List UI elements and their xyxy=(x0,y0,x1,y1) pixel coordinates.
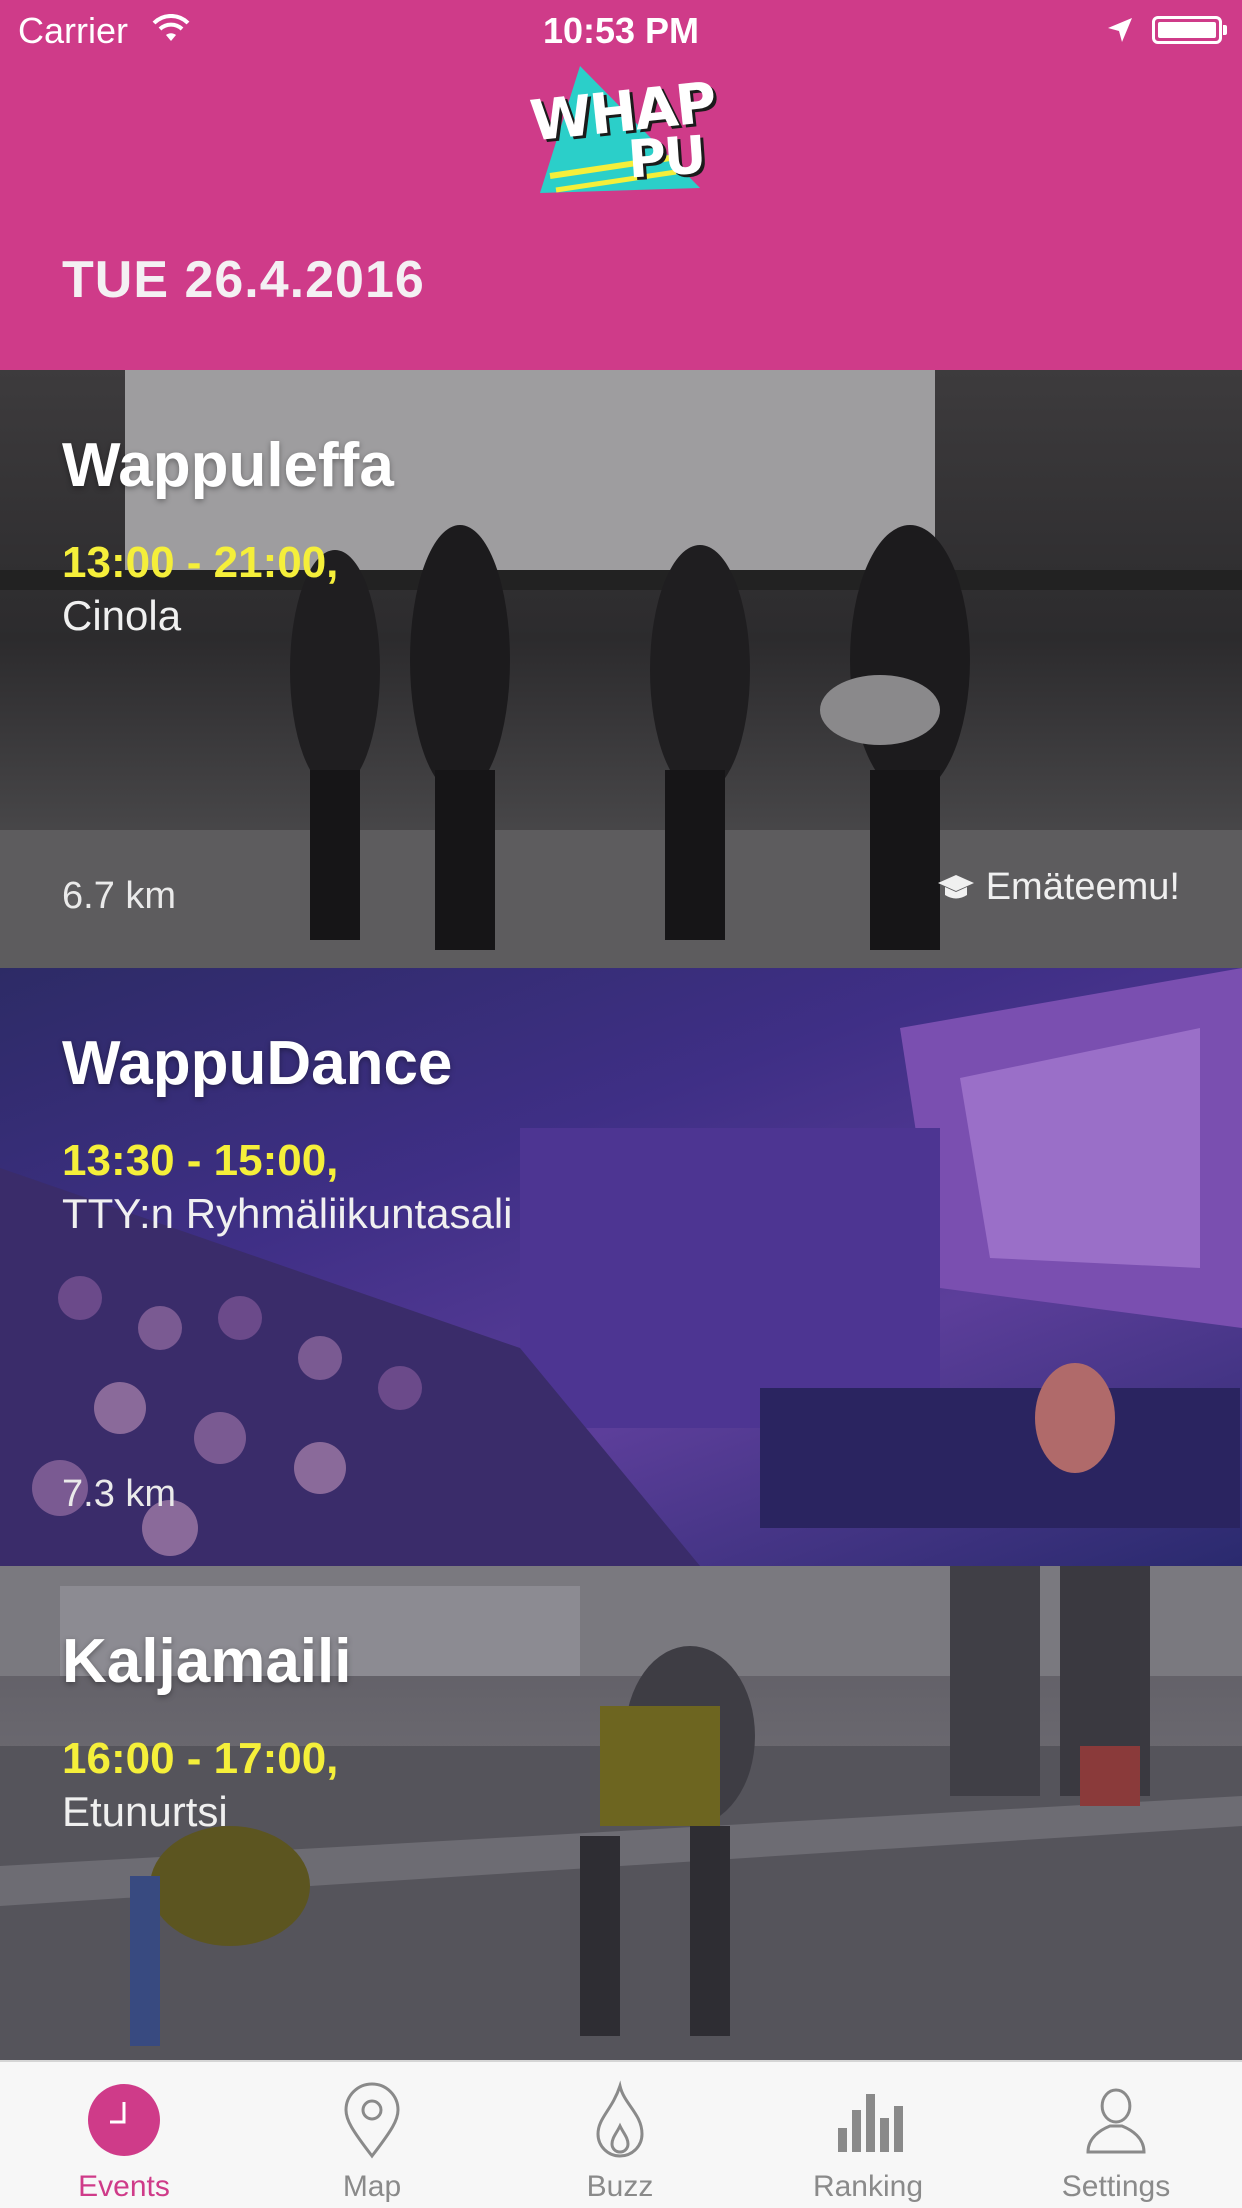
event-distance: 6.7 km xyxy=(62,875,177,917)
event-place: TTY:n Ryhmäliikuntasali xyxy=(62,1190,513,1237)
tab-ranking-label: Ranking xyxy=(812,2170,924,2203)
event-distance: 7.3 km xyxy=(62,1473,177,1515)
tab-events-label: Events xyxy=(78,2170,170,2203)
event-card-wappuleffa[interactable]: Wappuleffa 13:00 - 21:00, Cinola 6.7 km … xyxy=(0,370,1242,968)
event-title: WappuDance xyxy=(62,1029,453,1098)
event-badge-label: Emäteemu! xyxy=(985,866,1180,908)
clock-icon xyxy=(88,2084,160,2156)
tab-buzz[interactable]: Buzz xyxy=(496,2062,744,2208)
tab-map[interactable]: Map xyxy=(248,2062,496,2208)
tab-settings[interactable]: Settings xyxy=(992,2062,1240,2208)
event-time: 16:00 - 17:00, xyxy=(62,1734,339,1783)
event-card-wappudance[interactable]: WappuDance 13:30 - 15:00, TTY:n Ryhmälii… xyxy=(0,968,1242,1566)
flame-icon xyxy=(596,2080,644,2158)
event-card-kaljamaili[interactable]: Kaljamaili 16:00 - 17:00, Etunurtsi xyxy=(0,1566,1242,2060)
event-title: Kaljamaili xyxy=(62,1627,352,1696)
tab-map-label: Map xyxy=(342,2170,402,2203)
tab-buzz-label: Buzz xyxy=(586,2170,654,2203)
date-heading: TUE 26.4.2016 xyxy=(62,251,425,309)
header: Carrier 10:53 PM WHAP PU TUE 26.4.2016 xyxy=(0,0,1242,370)
event-title: Wappuleffa xyxy=(62,431,394,500)
location-arrow-icon xyxy=(1108,18,1132,42)
event-time: 13:00 - 21:00, xyxy=(62,538,339,587)
tab-events[interactable]: Events xyxy=(0,2062,248,2208)
battery-icon xyxy=(1152,16,1227,44)
user-icon xyxy=(1086,2088,1146,2154)
bar-chart-icon xyxy=(838,2094,903,2152)
event-place: Cinola xyxy=(62,592,182,639)
tab-settings-label: Settings xyxy=(1061,2170,1171,2203)
clock-time: 10:53 PM xyxy=(542,10,700,51)
graduation-cap-icon xyxy=(937,874,974,898)
event-place: Etunurtsi xyxy=(62,1788,228,1835)
map-pin-icon xyxy=(344,2082,400,2159)
status-bar: Carrier 10:53 PM xyxy=(0,0,1242,60)
tab-bar: Events Map Buzz Ranking Settings xyxy=(0,2060,1242,2208)
logo-text-bottom: PU xyxy=(626,125,707,191)
event-badge: Emäteemu! xyxy=(936,866,1180,909)
tab-ranking[interactable]: Ranking xyxy=(744,2062,992,2208)
event-time: 13:30 - 15:00, xyxy=(62,1136,339,1185)
whappu-logo: WHAP PU xyxy=(520,58,720,228)
